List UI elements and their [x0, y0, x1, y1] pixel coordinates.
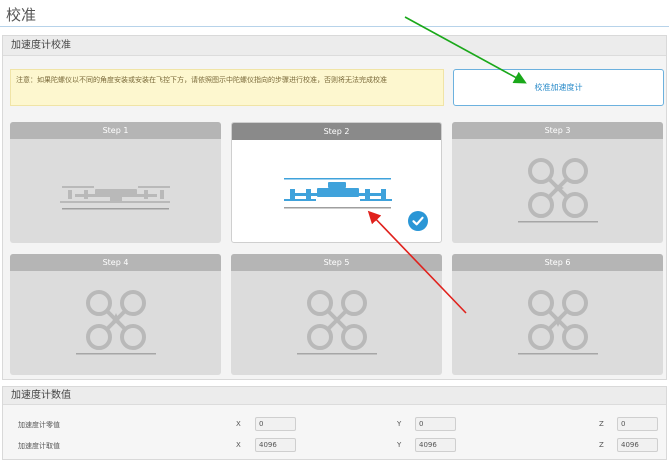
step-5-label: Step 5 — [231, 254, 442, 271]
calibrate-accelerometer-button[interactable]: 校准加速度计 — [453, 69, 664, 106]
step-3-label: Step 3 — [452, 122, 663, 139]
read-z-axis-label: Z — [599, 441, 604, 449]
step-4-label: Step 4 — [10, 254, 221, 271]
drone-nose-down-icon — [518, 290, 598, 355]
drone-nose-up-icon — [76, 290, 156, 355]
step-1-label: Step 1 — [10, 122, 221, 139]
step-6-label: Step 6 — [452, 254, 663, 271]
zero-x-field: 0 — [255, 417, 296, 431]
calibration-notice: 注意：如果陀螺仪以不同的角度安装或安装在飞控下方，请依照图示中陀螺仪指向的步骤进… — [10, 69, 444, 106]
read-y-field: 4096 — [415, 438, 456, 452]
zero-z-axis-label: Z — [599, 420, 604, 428]
step-1-card[interactable]: Step 1 — [10, 122, 221, 243]
page-title: 校准 — [6, 6, 37, 24]
step-4-card[interactable]: Step 4 — [10, 254, 221, 375]
zero-y-field: 0 — [415, 417, 456, 431]
read-value-label: 加速度计取值 — [18, 442, 60, 450]
panel-title: 加速度计校准 — [3, 36, 666, 56]
check-circle-icon — [408, 211, 428, 231]
accelerometer-calibration-panel: 加速度计校准 注意：如果陀螺仪以不同的角度安装或安装在飞控下方，请依照图示中陀螺… — [2, 35, 667, 380]
step-5-card[interactable]: Step 5 — [231, 254, 442, 375]
step-2-label: Step 2 — [232, 123, 441, 140]
accelerometer-values-panel: 加速度计数值 加速度计零值 X 0 Y 0 Z 0 加速度计取值 X 4096 … — [2, 386, 667, 460]
zero-z-field: 0 — [617, 417, 658, 431]
values-panel-title: 加速度计数值 — [3, 387, 666, 405]
read-y-axis-label: Y — [397, 441, 402, 449]
title-divider — [0, 26, 669, 27]
drone-top-view-icon — [297, 290, 377, 355]
zero-value-label: 加速度计零值 — [18, 421, 60, 429]
drone-level-side-icon — [60, 186, 170, 210]
read-x-field: 4096 — [255, 438, 296, 452]
zero-x-axis-label: X — [236, 420, 241, 428]
zero-y-axis-label: Y — [397, 420, 402, 428]
read-x-axis-label: X — [236, 441, 241, 449]
step-6-card[interactable]: Step 6 — [452, 254, 663, 375]
read-z-field: 4096 — [617, 438, 658, 452]
drone-nose-right-icon — [518, 158, 598, 223]
step-3-card[interactable]: Step 3 — [452, 122, 663, 243]
step-2-card[interactable]: Step 2 — [231, 122, 442, 243]
